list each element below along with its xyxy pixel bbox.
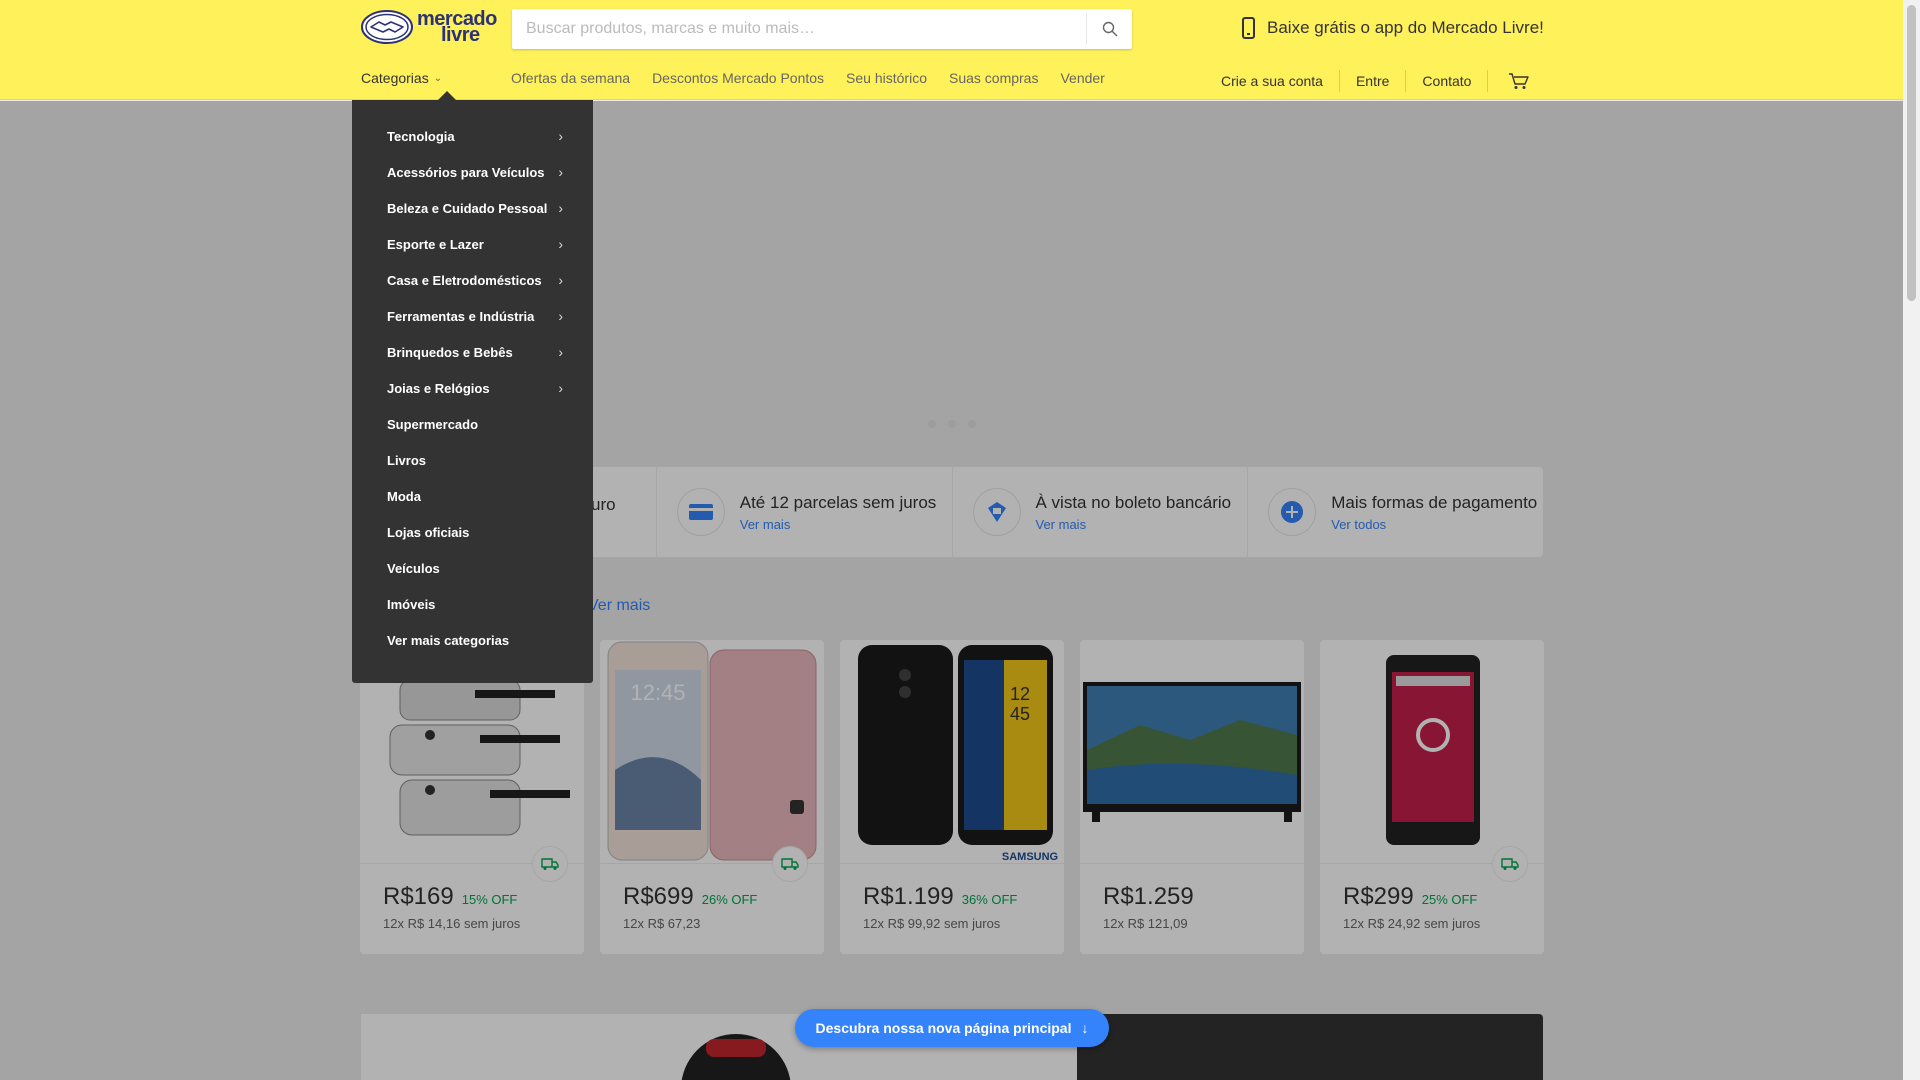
nav-links: Ofertas da semana Descontos Mercado Pont… — [511, 70, 1127, 86]
scrollbar-thumb[interactable] — [1907, 5, 1916, 301]
categories-menu-trigger[interactable]: Categorias ⌄ — [361, 70, 442, 86]
menu-item-label: Beleza e Cuidado Pessoal — [387, 200, 548, 216]
chevron-right-icon: › — [558, 272, 563, 288]
menu-item-esporte[interactable]: Esporte e Lazer › — [352, 226, 593, 262]
app-promo-text: Baixe grátis o app do Mercado Livre! — [1267, 18, 1544, 37]
menu-item-lojas-oficiais[interactable]: Lojas oficiais — [352, 514, 593, 550]
menu-item-supermercado[interactable]: Supermercado — [352, 406, 593, 442]
menu-item-imoveis[interactable]: Imóveis — [352, 586, 593, 622]
menu-item-acessorios-veiculos[interactable]: Acessórios para Veículos › — [352, 154, 593, 190]
menu-item-joias[interactable]: Joias e Relógios › — [352, 370, 593, 406]
contact-link[interactable]: Contato — [1406, 70, 1489, 92]
menu-item-beleza[interactable]: Beleza e Cuidado Pessoal › — [352, 190, 593, 226]
menu-item-label: Esporte e Lazer — [387, 236, 484, 252]
menu-item-moda[interactable]: Moda — [352, 478, 593, 514]
search-button[interactable] — [1086, 14, 1132, 44]
menu-item-label: Ver mais categorias — [387, 632, 510, 648]
search-icon — [1102, 21, 1117, 37]
menu-item-veiculos[interactable]: Veículos — [352, 550, 593, 586]
chevron-right-icon: › — [558, 344, 563, 360]
discover-button-label: Descubra nossa nova página principal — [815, 1020, 1072, 1036]
cart-icon[interactable] — [1508, 72, 1530, 90]
menu-item-brinquedos[interactable]: Brinquedos e Bebês › — [352, 334, 593, 370]
page-scrollbar[interactable] — [1903, 0, 1920, 1080]
phone-icon — [1242, 17, 1255, 39]
menu-item-label: Ferramentas e Indústria — [387, 308, 535, 324]
categories-label: Categorias — [361, 70, 429, 86]
categories-dropdown: Tecnologia › Acessórios para Veículos › Be… — [352, 91, 593, 683]
handshake-logo-icon — [361, 10, 413, 44]
menu-item-label: Imóveis — [387, 596, 436, 612]
menu-item-casa[interactable]: Casa e Eletrodomésticos › — [352, 262, 593, 298]
dropdown-backdrop-overlay[interactable] — [0, 101, 1903, 1080]
chevron-right-icon: › — [558, 308, 563, 324]
search-input[interactable] — [512, 9, 1086, 49]
chevron-right-icon: › — [558, 164, 563, 180]
chevron-right-icon: › — [558, 200, 563, 216]
header: mercado livre Baixe grátis o app do Merc… — [0, 0, 1903, 100]
login-link[interactable]: Entre — [1340, 70, 1407, 92]
menu-item-label: Casa e Eletrodomésticos — [387, 272, 542, 288]
menu-item-label: Supermercado — [387, 416, 479, 432]
menu-item-label: Brinquedos e Bebês — [387, 344, 513, 360]
chevron-right-icon: › — [558, 236, 563, 252]
nav-link-historico[interactable]: Seu histórico — [846, 70, 927, 86]
menu-item-label: Veículos — [387, 560, 440, 576]
chevron-right-icon: › — [558, 380, 563, 396]
mercado-livre-logo[interactable]: mercado livre — [361, 9, 497, 45]
logo-text: mercado livre — [417, 8, 497, 46]
nav-link-compras[interactable]: Suas compras — [949, 70, 1038, 86]
menu-item-ver-mais-categorias[interactable]: Ver mais categorias — [352, 622, 593, 658]
app-download-promo[interactable]: Baixe grátis o app do Mercado Livre! — [1242, 17, 1544, 39]
create-account-link[interactable]: Crie a sua conta — [1221, 70, 1340, 92]
search-bar — [512, 9, 1132, 49]
menu-item-label: Acessórios para Veículos — [387, 164, 545, 180]
nav-link-ofertas[interactable]: Ofertas da semana — [511, 70, 630, 86]
nav-link-descontos[interactable]: Descontos Mercado Pontos — [652, 70, 824, 86]
chevron-right-icon: › — [558, 128, 563, 144]
menu-item-label: Tecnologia — [387, 128, 455, 144]
account-nav: Crie a sua conta Entre Contato — [1221, 70, 1530, 92]
nav-link-vender[interactable]: Vender — [1060, 70, 1104, 86]
menu-item-label: Livros — [387, 452, 427, 468]
menu-item-ferramentas[interactable]: Ferramentas e Indústria › — [352, 298, 593, 334]
chevron-down-icon: ⌄ — [433, 72, 443, 84]
menu-item-label: Lojas oficiais — [387, 524, 470, 540]
menu-item-tecnologia[interactable]: Tecnologia › — [352, 118, 593, 154]
arrow-down-icon: ↓ — [1081, 1020, 1089, 1036]
menu-item-livros[interactable]: Livros — [352, 442, 593, 478]
discover-new-homepage-button[interactable]: Descubra nossa nova página principal ↓ — [795, 1009, 1109, 1047]
menu-item-label: Moda — [387, 488, 421, 504]
menu-item-label: Joias e Relógios — [387, 380, 490, 396]
